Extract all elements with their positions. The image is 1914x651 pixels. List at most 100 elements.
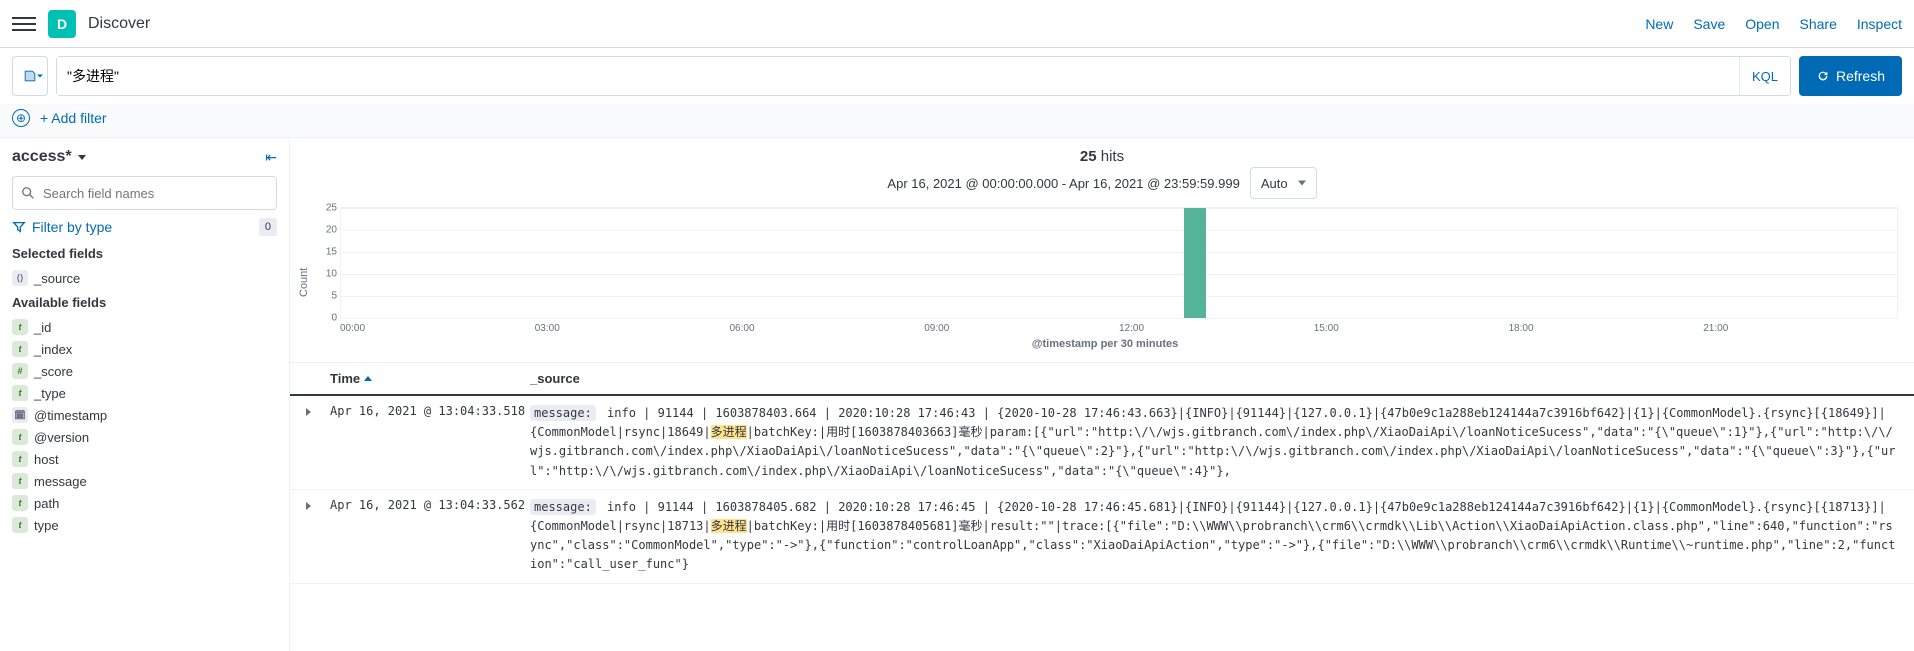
field-item[interactable]: t _index xyxy=(12,338,277,360)
table-body: Apr 16, 2021 @ 13:04:33.518message: info… xyxy=(290,396,1914,584)
refresh-label: Refresh xyxy=(1836,68,1885,84)
interval-selected: Auto xyxy=(1261,176,1288,191)
filter-icon xyxy=(12,220,26,234)
top-link-inspect[interactable]: Inspect xyxy=(1857,16,1902,32)
x-tick: 12:00 xyxy=(1119,323,1314,334)
field-type-icon: # xyxy=(12,363,28,379)
add-filter-button[interactable]: + Add filter xyxy=(40,110,107,126)
x-tick: 21:00 xyxy=(1703,323,1898,334)
query-input-wrap: KQL xyxy=(56,56,1791,96)
cell-source: message: info | 91144 | 1603878403.664 |… xyxy=(530,404,1898,481)
refresh-icon xyxy=(1816,69,1830,83)
field-item[interactable]: ⟨⟩ _source xyxy=(12,267,277,289)
histogram-bar[interactable] xyxy=(1184,208,1206,318)
hit-count: 25 xyxy=(1080,148,1097,165)
results-panel: 25 hits Apr 16, 2021 @ 00:00:00.000 - Ap… xyxy=(290,138,1914,651)
source-field-tag: message: xyxy=(530,499,596,515)
field-search[interactable] xyxy=(12,176,277,210)
top-link-open[interactable]: Open xyxy=(1745,16,1779,32)
saved-query-button[interactable] xyxy=(12,56,48,96)
field-item[interactable]: t_type xyxy=(12,382,277,404)
histogram-chart[interactable]: Count 0510152025 00:0003:0006:0009:0012:… xyxy=(290,207,1914,362)
available-fields-title: Available fields xyxy=(12,295,277,310)
search-icon xyxy=(21,186,35,200)
filter-by-type-button[interactable]: Filter by type xyxy=(12,219,112,235)
field-search-input[interactable] xyxy=(41,185,268,202)
field-item[interactable]: tmessage xyxy=(12,470,277,492)
source-field-tag: message: xyxy=(530,405,596,421)
filter-by-type-label: Filter by type xyxy=(32,219,112,235)
nav-toggle-icon[interactable] xyxy=(12,12,36,36)
field-type-icon: t xyxy=(12,473,28,489)
search-highlight: 多进程 xyxy=(711,425,747,439)
field-type-icon: 🗓 xyxy=(12,407,28,423)
top-link-save[interactable]: Save xyxy=(1693,16,1725,32)
field-type-icon: t xyxy=(12,429,28,445)
x-tick: 06:00 xyxy=(730,323,925,334)
main: access* ⇤ Filter by type 0 Selected fiel… xyxy=(0,138,1914,651)
time-range-text: Apr 16, 2021 @ 00:00:00.000 - Apr 16, 20… xyxy=(887,176,1239,191)
x-tick: 15:00 xyxy=(1314,323,1509,334)
x-tick: 00:00 xyxy=(340,323,535,334)
y-tick: 25 xyxy=(326,203,337,214)
sort-asc-icon xyxy=(364,376,372,381)
field-name: _id xyxy=(34,320,51,335)
hits-label: hits xyxy=(1101,148,1124,165)
field-name: type xyxy=(34,518,59,533)
y-tick: 15 xyxy=(326,247,337,258)
field-item[interactable]: # _score xyxy=(12,360,277,382)
query-bar: KQL Refresh xyxy=(0,48,1914,105)
top-bar: D Discover NewSaveOpenShareInspect xyxy=(0,0,1914,48)
column-source[interactable]: _source xyxy=(530,371,1898,386)
index-pattern-label: access* xyxy=(12,148,72,166)
field-item[interactable]: 🗓 @timestamp xyxy=(12,404,277,426)
time-range-row: Apr 16, 2021 @ 00:00:00.000 - Apr 16, 20… xyxy=(290,167,1914,207)
expand-row-icon[interactable] xyxy=(306,404,330,481)
app-logo[interactable]: D xyxy=(48,10,76,38)
field-item[interactable]: t@version xyxy=(12,426,277,448)
field-type-icon: t xyxy=(12,517,28,533)
field-name: @timestamp xyxy=(34,408,107,423)
field-type-icon: t xyxy=(12,451,28,467)
interval-select[interactable]: Auto xyxy=(1250,167,1317,199)
query-input[interactable] xyxy=(57,57,1739,95)
filter-options-icon[interactable]: ⊕ xyxy=(12,109,30,127)
field-name: host xyxy=(34,452,59,467)
field-item[interactable]: thost xyxy=(12,448,277,470)
hits-row: 25 hits xyxy=(290,138,1914,167)
y-tick: 20 xyxy=(326,225,337,236)
field-name: _index xyxy=(34,342,72,357)
chevron-down-icon xyxy=(78,155,86,160)
filter-bar: ⊕ + Add filter xyxy=(0,105,1914,138)
y-tick: 0 xyxy=(331,313,337,324)
field-item[interactable]: t _id xyxy=(12,316,277,338)
field-name: _source xyxy=(34,271,80,286)
x-axis-label: @timestamp per 30 minutes xyxy=(312,334,1898,358)
field-type-icon: t xyxy=(12,385,28,401)
field-item[interactable]: tpath xyxy=(12,492,277,514)
expand-row-icon[interactable] xyxy=(306,498,330,575)
x-tick: 03:00 xyxy=(535,323,730,334)
top-link-new[interactable]: New xyxy=(1645,16,1673,32)
cell-time: Apr 16, 2021 @ 13:04:33.518 xyxy=(330,404,530,481)
field-name: path xyxy=(34,496,59,511)
selected-fields-title: Selected fields xyxy=(12,246,277,261)
field-item[interactable]: ttype xyxy=(12,514,277,536)
refresh-button[interactable]: Refresh xyxy=(1799,56,1902,96)
field-type-icon: t xyxy=(12,319,28,335)
field-type-icon: t xyxy=(12,341,28,357)
y-axis-label: Count xyxy=(296,207,312,358)
index-pattern-switch[interactable]: access* xyxy=(12,148,86,166)
column-time[interactable]: Time xyxy=(330,371,530,386)
cell-time: Apr 16, 2021 @ 13:04:33.562 xyxy=(330,498,530,575)
fields-sidebar: access* ⇤ Filter by type 0 Selected fiel… xyxy=(0,138,290,651)
top-link-share[interactable]: Share xyxy=(1800,16,1837,32)
filter-by-type-count: 0 xyxy=(259,218,277,236)
table-header: Time _source xyxy=(290,362,1914,396)
y-tick: 5 xyxy=(331,291,337,302)
field-name: _score xyxy=(34,364,73,379)
query-language-switch[interactable]: KQL xyxy=(1739,57,1790,95)
collapse-sidebar-icon[interactable]: ⇤ xyxy=(265,149,277,166)
field-type-icon: ⟨⟩ xyxy=(12,270,28,286)
field-type-icon: t xyxy=(12,495,28,511)
